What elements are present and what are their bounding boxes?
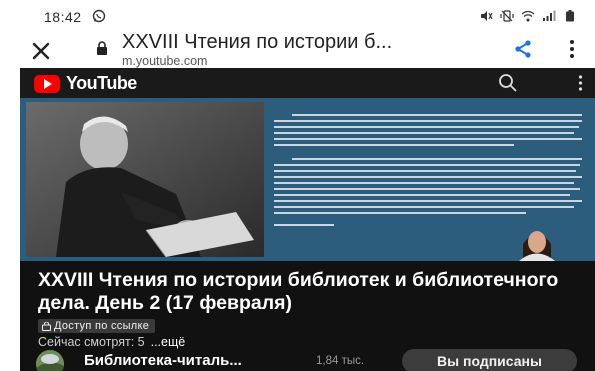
whatsapp-icon bbox=[92, 9, 106, 23]
vibrate-icon bbox=[500, 10, 514, 22]
status-icons bbox=[479, 10, 577, 22]
video-photo-portrait bbox=[26, 102, 264, 257]
more-vert-icon[interactable] bbox=[569, 39, 575, 59]
youtube-play-icon bbox=[34, 74, 60, 93]
channel-name[interactable]: Библиотека-читаль... bbox=[84, 352, 242, 369]
watching-now: Сейчас смотрят: 5 ...ещё bbox=[38, 335, 185, 349]
lock-icon bbox=[97, 41, 107, 55]
battery-icon bbox=[566, 10, 574, 22]
video-player[interactable] bbox=[20, 98, 595, 261]
link-access-label: Доступ по ссылке bbox=[54, 320, 150, 332]
video-info: XXVIII Чтения по истории библиотек и биб… bbox=[20, 261, 595, 371]
subscribed-button[interactable]: Вы подписаны bbox=[402, 349, 577, 371]
more-link[interactable]: ...ещё bbox=[151, 335, 186, 349]
mute-icon bbox=[481, 11, 493, 21]
share-icon[interactable] bbox=[513, 39, 533, 59]
video-title[interactable]: XXVIII Чтения по истории библиотек и биб… bbox=[38, 269, 583, 315]
more-vert-icon[interactable] bbox=[578, 75, 583, 91]
browser-url-bar: XXVIII Чтения по истории б... m.youtube.… bbox=[0, 30, 595, 68]
youtube-logo[interactable]: YouTube bbox=[34, 73, 137, 94]
youtube-wordmark: YouTube bbox=[66, 73, 137, 93]
channel-row: Библиотека-читаль... 1,84 тыс. Вы подпис… bbox=[20, 349, 595, 371]
presenter-webcam bbox=[511, 222, 563, 261]
signal-icon bbox=[543, 10, 556, 21]
status-time: 18:42 bbox=[44, 9, 82, 25]
subscriber-count: 1,84 тыс. bbox=[316, 355, 365, 367]
search-icon[interactable] bbox=[498, 73, 518, 93]
status-bar: 18:42 bbox=[0, 0, 595, 30]
close-icon[interactable] bbox=[30, 40, 52, 62]
page-title[interactable]: XXVIII Чтения по истории б... bbox=[122, 31, 392, 54]
watching-count: Сейчас смотрят: 5 bbox=[38, 335, 145, 349]
link-access-badge: Доступ по ссылке bbox=[38, 319, 156, 333]
channel-avatar[interactable] bbox=[36, 350, 64, 371]
wifi-icon bbox=[521, 10, 535, 22]
page-url[interactable]: m.youtube.com bbox=[122, 54, 207, 68]
link-icon bbox=[42, 321, 51, 331]
youtube-header: YouTube bbox=[20, 68, 595, 98]
